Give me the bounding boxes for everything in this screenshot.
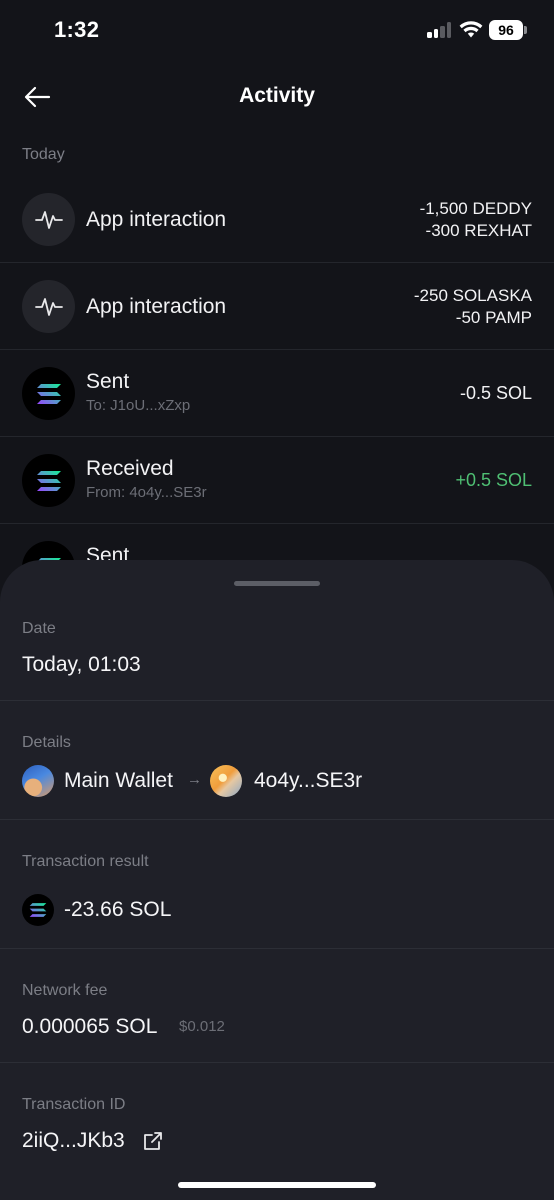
- external-link-icon[interactable]: [142, 1130, 164, 1157]
- activity-subtitle: From: 4o4y...SE3r: [86, 484, 207, 501]
- date-label: Date: [22, 620, 56, 637]
- activity-row[interactable]: App interaction -250 SOLASKA -50 PAMP: [0, 263, 554, 350]
- to-wallet-address[interactable]: 4o4y...SE3r: [254, 769, 362, 793]
- fee-value: 0.000065 SOL: [22, 1015, 158, 1038]
- activity-list: App interaction -1,500 DEDDY -300 REXHAT…: [0, 176, 554, 611]
- transaction-detail-sheet: Date Today, 01:03 Details Main Wallet → …: [0, 560, 554, 1200]
- result-value: -23.66 SOL: [64, 898, 172, 921]
- activity-subtitle: To: J1oU...xZxp: [86, 397, 191, 414]
- activity-pulse-icon: [22, 280, 75, 333]
- activity-title: App interaction: [86, 295, 227, 318]
- solana-icon: [22, 894, 54, 926]
- activity-row[interactable]: App interaction -1,500 DEDDY -300 REXHAT: [0, 176, 554, 263]
- amount-line: -300 REXHAT: [425, 221, 532, 240]
- activity-pulse-icon: [22, 193, 75, 246]
- fee-usd-value: $0.012: [179, 1018, 225, 1035]
- destination-wallet-avatar: [210, 765, 242, 797]
- date-section: Date Today, 01:03: [0, 600, 554, 701]
- activity-amount: +0.5 SOL: [455, 470, 532, 490]
- amount-line: -50 PAMP: [455, 308, 532, 327]
- fee-section: Network fee 0.000065 SOL $0.012: [0, 949, 554, 1063]
- sheet-grabber[interactable]: [234, 581, 320, 586]
- txid-label: Transaction ID: [22, 1096, 126, 1113]
- fee-label: Network fee: [22, 982, 108, 999]
- solana-icon: [22, 367, 75, 420]
- activity-amounts: -1,500 DEDDY -300 REXHAT: [420, 198, 532, 242]
- wifi-icon: [459, 21, 483, 38]
- txid-value[interactable]: 2iiQ...JKb3: [22, 1129, 125, 1153]
- from-wallet-name: Main Wallet: [64, 769, 173, 792]
- amount-line: -250 SOLASKA: [413, 286, 532, 305]
- solana-icon: [22, 454, 75, 507]
- activity-title: Received: [86, 457, 174, 480]
- status-bar: 1:32 96: [0, 0, 554, 60]
- result-section: Transaction result -23.66 SOL: [0, 820, 554, 949]
- cellular-signal-icon: [427, 22, 453, 38]
- status-time: 1:32: [54, 17, 100, 42]
- activity-row[interactable]: Received From: 4o4y...SE3r +0.5 SOL: [0, 437, 554, 524]
- activity-title: App interaction: [86, 208, 227, 231]
- activity-amounts: -250 SOLASKA -50 PAMP: [414, 285, 532, 329]
- details-label: Details: [22, 734, 71, 751]
- page-title: Activity: [239, 84, 315, 107]
- activity-amount: -0.5 SOL: [459, 383, 532, 403]
- txid-section: Transaction ID 2iiQ...JKb3: [0, 1063, 554, 1200]
- battery-indicator: 96: [489, 20, 523, 40]
- section-label-today: Today: [22, 146, 65, 163]
- main-wallet-avatar: [22, 765, 54, 797]
- result-label: Transaction result: [22, 853, 149, 870]
- details-section: Details Main Wallet → 4o4y...SE3r: [0, 701, 554, 820]
- date-value: Today, 01:03: [22, 653, 141, 676]
- activity-row[interactable]: Sent To: J1oU...xZxp -0.5 SOL: [0, 350, 554, 437]
- home-indicator: [178, 1182, 376, 1188]
- amount-line: -1,500 DEDDY: [419, 199, 532, 218]
- battery-tip: [524, 26, 527, 34]
- activity-title: Sent: [86, 370, 130, 393]
- arrow-right-icon: →: [187, 771, 202, 788]
- header: Activity: [0, 70, 554, 124]
